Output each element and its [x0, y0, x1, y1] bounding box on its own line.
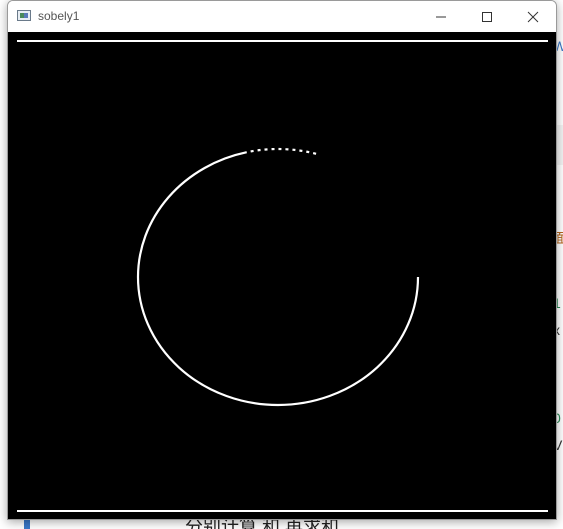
window-title: sobely1	[38, 9, 80, 23]
image-window[interactable]: sobely1	[7, 0, 557, 520]
minimize-icon	[436, 16, 446, 18]
circle-edge	[136, 147, 420, 407]
app-icon[interactable]	[17, 10, 31, 21]
maximize-button[interactable]	[464, 1, 510, 32]
maximize-icon	[482, 12, 492, 22]
screen: W 面 1 x 0 V 分别计算 和 再求和 sobely1	[0, 0, 563, 529]
image-canvas[interactable]	[8, 32, 556, 519]
minimize-button[interactable]	[418, 1, 464, 32]
title-bar[interactable]: sobely1	[8, 1, 556, 32]
edge-image	[17, 40, 548, 512]
close-icon	[527, 11, 539, 23]
close-button[interactable]	[510, 1, 556, 32]
